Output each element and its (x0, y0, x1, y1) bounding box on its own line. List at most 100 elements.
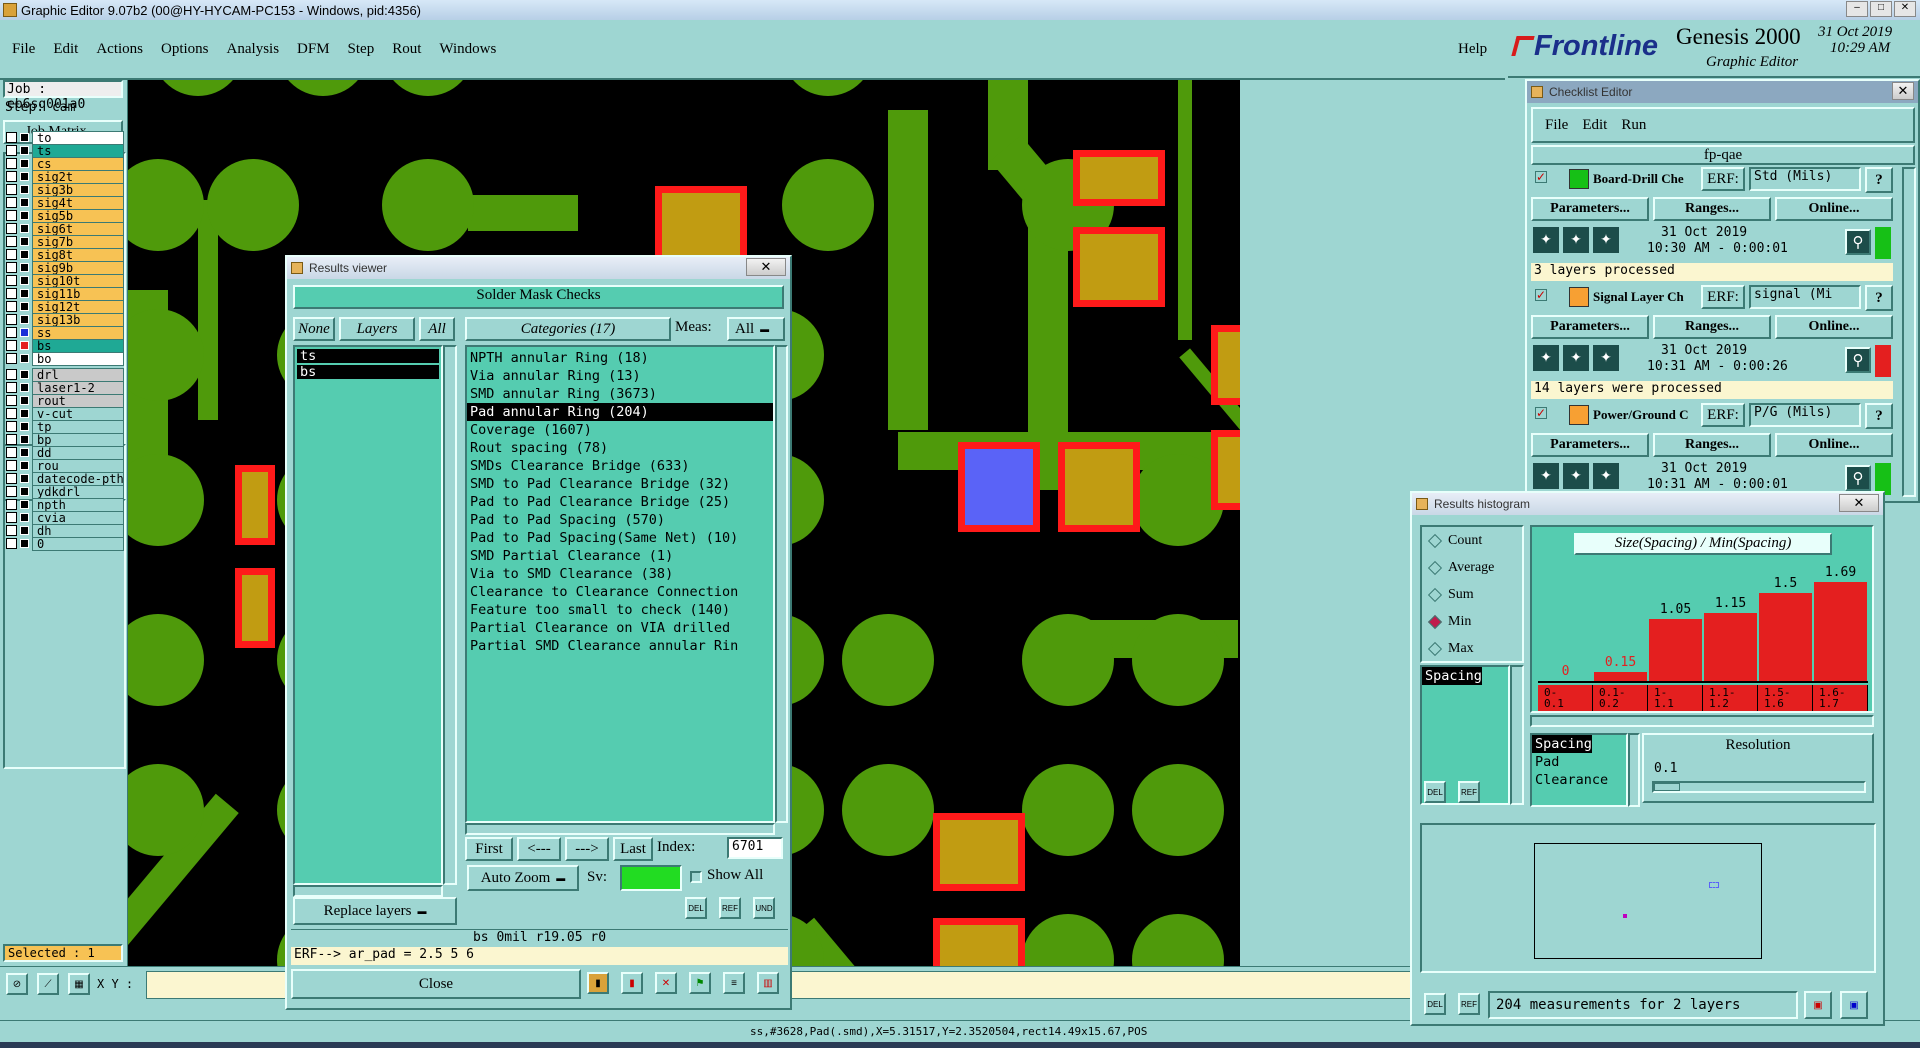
erf-value[interactable]: Std (Mils) (1749, 167, 1861, 191)
smd-pad[interactable] (1211, 430, 1240, 510)
layers-list[interactable]: ts bs (293, 345, 443, 885)
categories-list[interactable]: NPTH annular Ring (18) Via annular Ring (… (465, 345, 775, 823)
prev-button[interactable]: <--- (517, 837, 561, 861)
categories-button[interactable]: Categories (17) (465, 317, 671, 341)
delete-icon[interactable]: DEL (1424, 993, 1446, 1015)
layer-item[interactable]: bs (297, 365, 439, 379)
close-icon[interactable]: ✕ (1892, 82, 1914, 100)
resolution-list[interactable]: Spacing Pad Clearance (1530, 733, 1628, 807)
layer-affected-toggle[interactable] (20, 224, 29, 233)
layer-affected-toggle[interactable] (20, 289, 29, 298)
layers-hscroll[interactable] (293, 885, 443, 897)
close-button[interactable]: Close (291, 969, 581, 999)
run-icon[interactable]: ✦ (1593, 463, 1619, 489)
run-icon[interactable]: ✦ (1563, 463, 1589, 489)
layer-checkbox[interactable] (6, 301, 17, 312)
round-pad[interactable] (128, 454, 204, 546)
help-button[interactable]: ? (1865, 167, 1893, 193)
smd-pad[interactable] (1211, 325, 1240, 405)
red-chart-icon[interactable]: ▮ (621, 972, 643, 994)
measure-tool-icon[interactable]: ⟋ (37, 973, 59, 995)
layer-checkbox[interactable] (6, 340, 17, 351)
layer-checkbox[interactable] (6, 353, 17, 364)
layer-affected-toggle[interactable] (20, 435, 29, 444)
run-icon[interactable]: ✦ (1563, 345, 1589, 371)
round-pad[interactable] (1022, 764, 1114, 856)
category-item[interactable]: NPTH annular Ring (18) (467, 349, 773, 367)
layer-affected-toggle[interactable] (20, 185, 29, 194)
ref-icon[interactable]: REF (1458, 993, 1480, 1015)
menu-dfm[interactable]: DFM (297, 41, 330, 58)
layer-affected-toggle[interactable] (20, 263, 29, 272)
round-pad[interactable] (842, 614, 934, 706)
run-icon[interactable]: ✦ (1533, 463, 1559, 489)
layer-checkbox[interactable] (6, 236, 17, 247)
layer-checkbox[interactable] (6, 460, 17, 471)
smd-pad[interactable] (933, 813, 1025, 891)
resolution-item[interactable]: Clearance (1532, 771, 1626, 789)
layer-checkbox[interactable] (6, 171, 17, 182)
checklist-menu-edit[interactable]: Edit (1582, 117, 1607, 134)
category-item[interactable]: Partial SMD Clearance annular Rin (467, 637, 773, 655)
layer-checkbox[interactable] (6, 327, 17, 338)
histogram-bar[interactable] (1649, 619, 1702, 681)
layer-affected-toggle[interactable] (20, 159, 29, 168)
resolution-item[interactable]: Pad (1532, 753, 1626, 771)
close-window-button[interactable]: ✕ (1894, 1, 1916, 17)
round-pad[interactable] (382, 159, 474, 251)
histogram-bar[interactable] (1814, 582, 1867, 681)
list-icon[interactable]: ≡ (723, 972, 745, 994)
parameters-button[interactable]: Parameters... (1531, 197, 1649, 221)
layer-affected-toggle[interactable] (20, 500, 29, 509)
layer-checkbox[interactable] (6, 262, 17, 273)
smd-pad[interactable] (235, 465, 275, 545)
smd-pad[interactable] (933, 918, 1025, 966)
run-icon[interactable]: ✦ (1593, 227, 1619, 253)
first-button[interactable]: First (465, 837, 513, 861)
category-item[interactable]: Via to SMD Clearance (38) (467, 565, 773, 583)
zoom-icon[interactable]: ⚲ (1845, 465, 1871, 491)
ranges-button[interactable]: Ranges... (1653, 315, 1771, 339)
layer-affected-toggle[interactable] (20, 487, 29, 496)
layer-checkbox[interactable] (6, 538, 17, 549)
smd-pad[interactable] (235, 568, 275, 648)
round-pad[interactable] (1132, 614, 1224, 706)
run-icon[interactable]: ✦ (1533, 345, 1559, 371)
run-icon[interactable]: ✦ (1533, 227, 1559, 253)
layer-checkbox[interactable] (6, 382, 17, 393)
check-enable-checkbox[interactable]: ✓ (1535, 407, 1547, 419)
category-item[interactable]: Rout spacing (78) (467, 439, 773, 457)
measure-scrollbar[interactable] (1510, 665, 1524, 805)
mode-radio[interactable]: Min (1427, 614, 1471, 630)
menu-actions[interactable]: Actions (96, 41, 143, 58)
layer-checkbox[interactable] (6, 447, 17, 458)
layer-affected-toggle[interactable] (20, 133, 29, 142)
smd-pad[interactable] (958, 442, 1040, 532)
smd-pad[interactable] (1058, 442, 1140, 532)
online-button[interactable]: Online... (1775, 315, 1893, 339)
categories-scrollbar[interactable] (775, 345, 788, 823)
layer-checkbox[interactable] (6, 421, 17, 432)
layer-affected-toggle[interactable] (20, 198, 29, 207)
all-button[interactable]: All (419, 317, 455, 341)
round-pad[interactable] (277, 80, 369, 96)
layer-affected-toggle[interactable] (20, 250, 29, 259)
delete-icon[interactable]: DEL (1424, 781, 1446, 803)
layer-affected-toggle[interactable] (20, 409, 29, 418)
parameters-button[interactable]: Parameters... (1531, 315, 1649, 339)
layer-checkbox[interactable] (6, 288, 17, 299)
auto-zoom-select[interactable]: Auto Zoom ▬ (467, 865, 579, 891)
meas-select[interactable]: All ▬ (727, 317, 785, 341)
checklist-scrollbar[interactable] (1902, 167, 1916, 497)
category-item[interactable]: SMD Partial Clearance (1) (467, 547, 773, 565)
resolution-slider[interactable] (1652, 781, 1866, 793)
layer-affected-toggle[interactable] (20, 370, 29, 379)
flag-icon[interactable]: ⚑ (689, 972, 711, 994)
checklist-menu-run[interactable]: Run (1621, 117, 1646, 134)
layer-checkbox[interactable] (6, 132, 17, 143)
histogram-hscroll[interactable] (1530, 715, 1874, 727)
layer-checkbox[interactable] (6, 249, 17, 260)
round-pad[interactable] (1132, 764, 1224, 856)
category-item[interactable]: Clearance to Clearance Connection (467, 583, 773, 601)
histogram-icon[interactable]: ▥ (757, 972, 779, 994)
